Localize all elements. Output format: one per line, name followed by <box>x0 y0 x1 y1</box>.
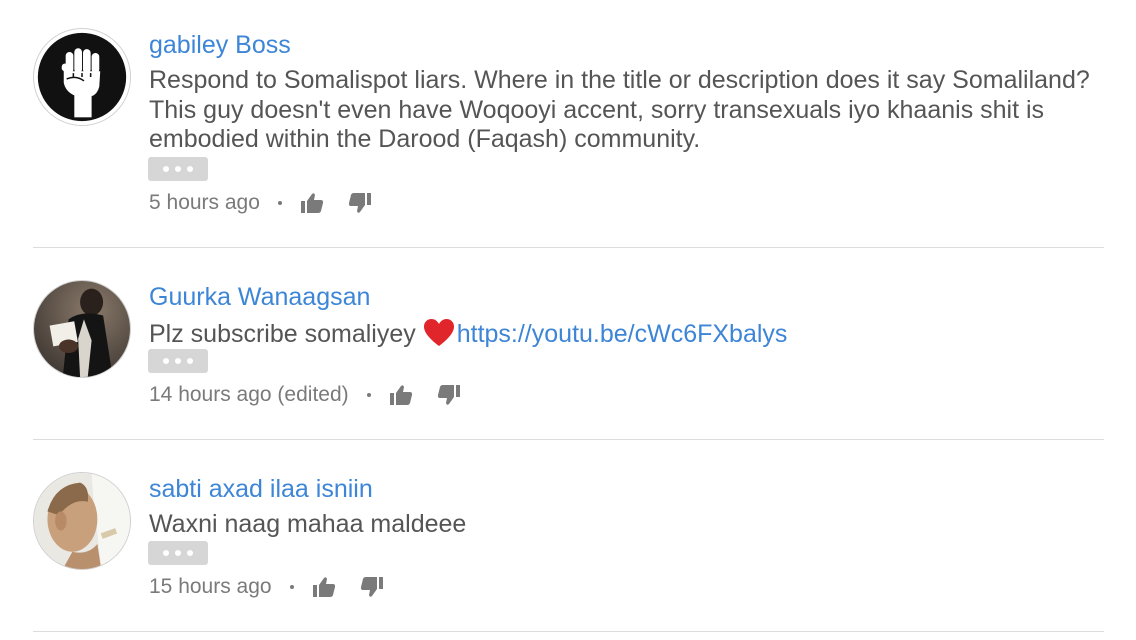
dot-icon <box>163 166 169 172</box>
thumbs-down-icon <box>437 385 460 405</box>
dot-icon <box>175 166 181 172</box>
divider <box>33 631 1104 632</box>
dot-icon <box>175 550 181 556</box>
comment-link[interactable]: https://youtu.be/cWc6FXbalys <box>457 320 788 348</box>
dislike-button[interactable] <box>435 381 463 409</box>
comment-meta: 5 hours ago <box>149 188 374 218</box>
divider <box>33 439 1104 440</box>
like-button[interactable] <box>310 573 338 601</box>
avatar[interactable] <box>33 28 131 126</box>
comment-text: Plz subscribe somaliyey https://youtu.be… <box>149 318 1099 350</box>
user-photo-icon <box>34 281 130 377</box>
more-options-button[interactable] <box>148 349 208 373</box>
thumbs-down-icon <box>348 193 371 213</box>
raised-fist-icon <box>34 29 130 125</box>
red-heart-icon <box>423 319 454 346</box>
dot-icon <box>163 358 169 364</box>
comment-text-plain: Plz subscribe somaliyey <box>149 320 416 348</box>
separator-dot <box>277 201 282 205</box>
dislike-button[interactable] <box>346 189 374 217</box>
avatar[interactable] <box>33 280 131 378</box>
comment-author[interactable]: gabiley Boss <box>149 30 291 60</box>
avatar[interactable] <box>33 472 131 570</box>
dot-icon <box>187 550 193 556</box>
more-options-button[interactable] <box>148 157 208 181</box>
divider <box>33 247 1104 248</box>
comment-meta: 14 hours ago (edited) <box>149 380 463 410</box>
comment-text: Respond to Somalispot liars. Where in th… <box>149 66 1090 153</box>
dot-icon <box>187 166 193 172</box>
thumbs-up-icon <box>389 385 412 405</box>
thumbs-up-icon <box>312 577 335 597</box>
comment-timestamp: 14 hours ago (edited) <box>149 383 349 406</box>
comment-author[interactable]: sabti axad ilaa isniin <box>149 474 373 504</box>
dot-icon <box>163 550 169 556</box>
dot-icon <box>175 358 181 364</box>
comment-meta: 15 hours ago <box>149 572 386 602</box>
dot-icon <box>187 358 193 364</box>
thumbs-down-icon <box>360 577 383 597</box>
comment-author[interactable]: Guurka Wanaagsan <box>149 282 370 312</box>
user-photo-icon <box>34 473 130 569</box>
dislike-button[interactable] <box>358 573 386 601</box>
comment-timestamp: 5 hours ago <box>149 191 260 214</box>
separator-dot <box>366 393 371 397</box>
thumbs-up-icon <box>300 193 324 213</box>
separator-dot <box>289 585 294 589</box>
comment-text: Waxni naag mahaa maldeee <box>149 510 467 538</box>
like-button[interactable] <box>298 189 326 217</box>
comment-timestamp: 15 hours ago <box>149 575 272 598</box>
more-options-button[interactable] <box>148 541 208 565</box>
like-button[interactable] <box>387 381 415 409</box>
